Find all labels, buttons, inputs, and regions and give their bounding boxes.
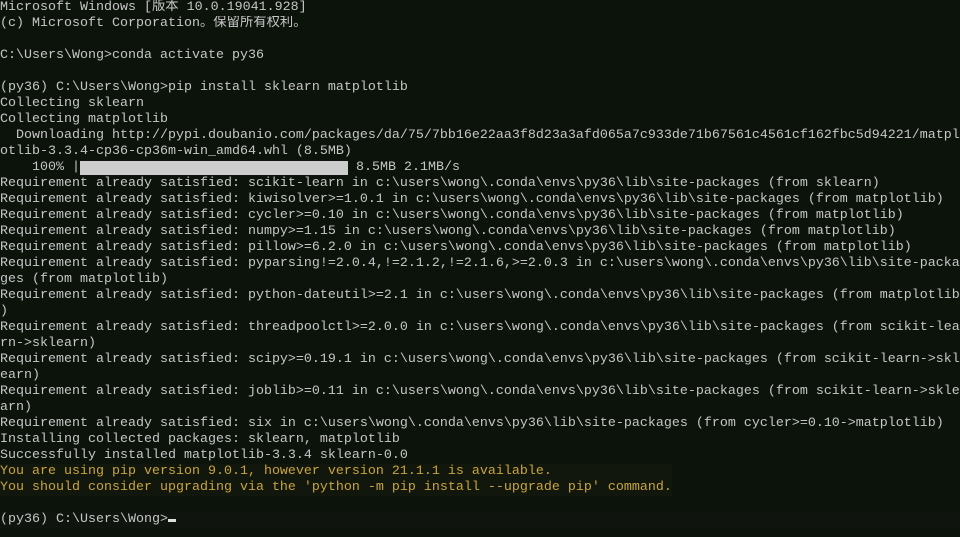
output-line: Requirement already satisfied: six in c:… — [0, 416, 944, 431]
warning-line: You are using pip version 9.0.1, however… — [0, 464, 672, 480]
output-line: rn->sklearn) — [0, 336, 96, 351]
output-line: Requirement already satisfied: joblib>=0… — [0, 384, 960, 399]
output-line: Requirement already satisfied: pillow>=6… — [0, 240, 912, 255]
output-line: C:\Users\Wong>conda activate py36 — [0, 48, 264, 63]
output-line: Microsoft Windows [版本 10.0.19041.928] — [0, 0, 307, 15]
output-line: ges (from matplotlib) — [0, 272, 168, 287]
progress-bar — [79, 161, 348, 175]
warning-line: You should consider upgrading via the 'p… — [0, 480, 672, 496]
output-line: earn) — [0, 368, 40, 383]
output-line: (py36) C:\Users\Wong>pip install sklearn… — [0, 80, 408, 95]
output-line: arn) — [0, 400, 32, 415]
output-line: Collecting sklearn — [0, 96, 144, 111]
output-line: (c) Microsoft Corporation。保留所有权利。 — [0, 16, 307, 31]
command-prompt[interactable]: (py36) C:\Users\Wong> — [0, 512, 960, 528]
output-line: otlib-3.3.4-cp36-cp36m-win_amd64.whl (8.… — [0, 144, 352, 159]
progress-line: 100% | 8.5MB 2.1MB/s — [0, 160, 960, 176]
output-block: Requirement already satisfied: scikit-le… — [0, 176, 960, 464]
output-line: Downloading http://pypi.doubanio.com/pac… — [0, 128, 960, 143]
output-line: Requirement already satisfied: pyparsing… — [0, 256, 960, 271]
output-line: Requirement already satisfied: numpy>=1.… — [0, 224, 896, 239]
output-line: Requirement already satisfied: scipy>=0.… — [0, 352, 960, 367]
output-line: Requirement already satisfied: kiwisolve… — [0, 192, 944, 207]
output-line: Requirement already satisfied: threadpoo… — [0, 320, 960, 335]
output-line: Collecting matplotlib — [0, 112, 168, 127]
output-line: ) — [0, 304, 8, 319]
prompt-text: (py36) C:\Users\Wong> — [0, 512, 168, 527]
output-line: Requirement already satisfied: cycler>=0… — [0, 208, 904, 223]
output-block: Microsoft Windows [版本 10.0.19041.928] (c)… — [0, 0, 960, 160]
progress-percent: 100% | — [0, 160, 80, 175]
output-line: Requirement already satisfied: python-da… — [0, 288, 960, 303]
output-line: Requirement already satisfied: scikit-le… — [0, 176, 880, 191]
cursor — [167, 519, 176, 522]
progress-stats: 8.5MB 2.1MB/s — [347, 160, 460, 175]
output-line: Installing collected packages: sklearn, … — [0, 432, 400, 447]
console-window[interactable]: Microsoft Windows [版本 10.0.19041.928] (c)… — [0, 0, 960, 537]
output-line: Successfully installed matplotlib-3.3.4 … — [0, 448, 408, 463]
